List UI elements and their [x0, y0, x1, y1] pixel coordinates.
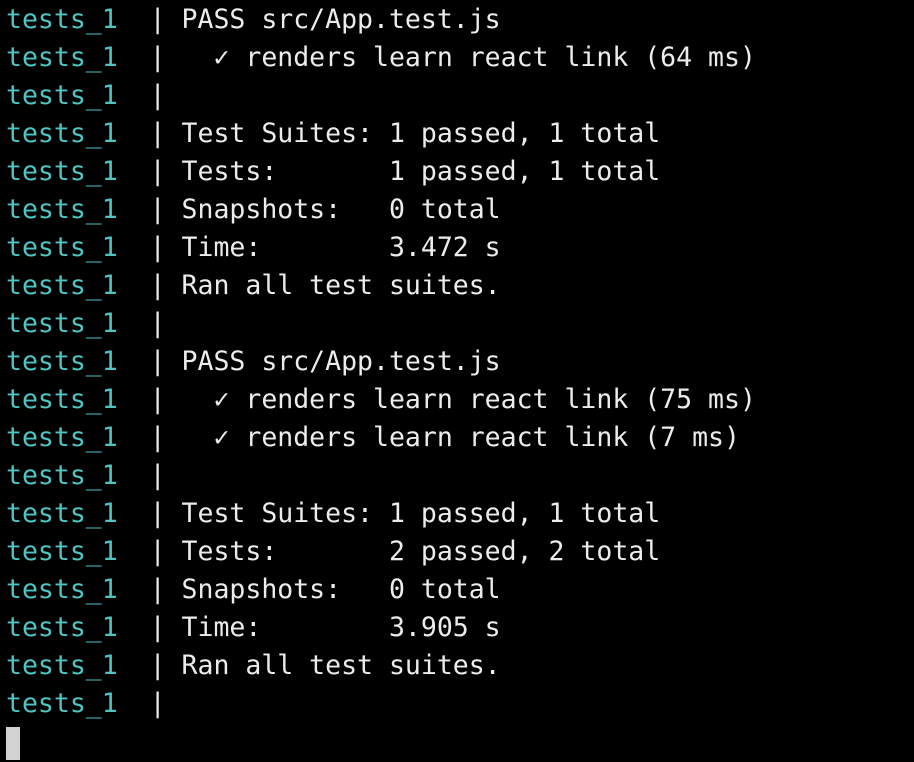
container-prefix: tests_1 [6, 118, 118, 149]
line-text: ✓ renders learn react link (64 ms) [181, 42, 756, 73]
line-text: ✓ renders learn react link (7 ms) [181, 422, 740, 453]
container-prefix: tests_1 [6, 80, 118, 111]
line-text: Time: 3.472 s [181, 232, 501, 263]
line-separator: | [149, 156, 166, 187]
line-separator: | [149, 80, 166, 111]
line-separator: | [149, 574, 166, 605]
line-separator: | [149, 650, 166, 681]
line-text: PASS src/App.test.js [181, 4, 501, 35]
container-prefix: tests_1 [6, 270, 118, 301]
output-line: tests_1 | Time: 3.905 s [6, 609, 756, 647]
output-line: tests_1 | PASS src/App.test.js [6, 1, 756, 39]
output-line: tests_1 | [6, 77, 756, 115]
output-line: tests_1 | Tests: 2 passed, 2 total [6, 533, 756, 571]
line-text: Ran all test suites. [181, 650, 501, 681]
line-separator: | [149, 422, 166, 453]
line-text: Tests: 1 passed, 1 total [181, 156, 661, 187]
container-prefix: tests_1 [6, 346, 118, 377]
line-separator: | [149, 688, 166, 719]
line-text: Snapshots: 0 total [181, 574, 501, 605]
line-separator: | [149, 536, 166, 567]
container-prefix: tests_1 [6, 384, 118, 415]
line-separator: | [149, 384, 166, 415]
line-text: Tests: 2 passed, 2 total [181, 536, 661, 567]
output-line: tests_1 | [6, 457, 756, 495]
container-prefix: tests_1 [6, 194, 118, 225]
output-line: tests_1 | Test Suites: 1 passed, 1 total [6, 115, 756, 153]
terminal-cursor [6, 727, 20, 760]
line-text: Time: 3.905 s [181, 612, 501, 643]
line-text: Ran all test suites. [181, 270, 501, 301]
output-line: tests_1 | Time: 3.472 s [6, 229, 756, 267]
output-line: tests_1 | ✓ renders learn react link (75… [6, 381, 756, 419]
output-line: tests_1 | Test Suites: 1 passed, 1 total [6, 495, 756, 533]
container-prefix: tests_1 [6, 156, 118, 187]
output-line: tests_1 | [6, 305, 756, 343]
output-line: tests_1 | Ran all test suites. [6, 267, 756, 305]
output-line: tests_1 | [6, 685, 756, 723]
container-prefix: tests_1 [6, 650, 118, 681]
line-separator: | [149, 270, 166, 301]
container-prefix: tests_1 [6, 536, 118, 567]
container-prefix: tests_1 [6, 688, 118, 719]
line-text: Snapshots: 0 total [181, 194, 501, 225]
line-separator: | [149, 346, 166, 377]
line-separator: | [149, 42, 166, 73]
output-line: tests_1 | Snapshots: 0 total [6, 191, 756, 229]
line-separator: | [149, 498, 166, 529]
terminal-output: tests_1 | PASS src/App.test.js tests_1 |… [6, 1, 756, 723]
line-separator: | [149, 612, 166, 643]
line-separator: | [149, 232, 166, 263]
output-line: tests_1 | Snapshots: 0 total [6, 571, 756, 609]
line-separator: | [149, 308, 166, 339]
output-line: tests_1 | Tests: 1 passed, 1 total [6, 153, 756, 191]
line-text: ✓ renders learn react link (75 ms) [181, 384, 756, 415]
line-separator: | [149, 194, 166, 225]
output-line: tests_1 | PASS src/App.test.js [6, 343, 756, 381]
output-line: tests_1 | ✓ renders learn react link (64… [6, 39, 756, 77]
container-prefix: tests_1 [6, 4, 118, 35]
container-prefix: tests_1 [6, 498, 118, 529]
line-text: PASS src/App.test.js [181, 346, 501, 377]
container-prefix: tests_1 [6, 574, 118, 605]
container-prefix: tests_1 [6, 460, 118, 491]
line-separator: | [149, 118, 166, 149]
container-prefix: tests_1 [6, 308, 118, 339]
line-separator: | [149, 460, 166, 491]
terminal-window[interactable]: tests_1 | PASS src/App.test.js tests_1 |… [0, 0, 914, 762]
container-prefix: tests_1 [6, 612, 118, 643]
container-prefix: tests_1 [6, 42, 118, 73]
container-prefix: tests_1 [6, 232, 118, 263]
line-text: Test Suites: 1 passed, 1 total [181, 118, 661, 149]
output-line: tests_1 | Ran all test suites. [6, 647, 756, 685]
line-text: Test Suites: 1 passed, 1 total [181, 498, 661, 529]
line-separator: | [149, 4, 166, 35]
container-prefix: tests_1 [6, 422, 118, 453]
output-line: tests_1 | ✓ renders learn react link (7 … [6, 419, 756, 457]
